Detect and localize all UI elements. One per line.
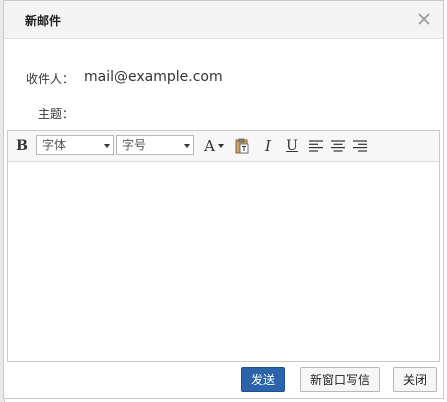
close-button[interactable]: 关闭 xyxy=(393,367,437,392)
new-mail-dialog: 新邮件 收件人： mail@example.com 主题： B 字体 字号 A xyxy=(3,0,444,399)
italic-icon[interactable]: I xyxy=(258,136,278,156)
font-size-select[interactable]: 字号 xyxy=(116,135,194,155)
font-family-value: 字体 xyxy=(42,138,67,152)
editor-toolbar: B 字体 字号 A I U xyxy=(8,131,439,162)
align-right-icon[interactable] xyxy=(350,136,370,156)
font-family-select[interactable]: 字体 xyxy=(36,135,114,155)
dialog-title: 新邮件 xyxy=(25,14,62,28)
align-left-icon[interactable] xyxy=(306,136,326,156)
underline-icon[interactable]: U xyxy=(282,136,302,156)
editor-body[interactable] xyxy=(8,162,439,361)
font-size-value: 字号 xyxy=(122,138,147,152)
chevron-down-icon xyxy=(217,144,224,148)
recipient-field[interactable]: mail@example.com xyxy=(84,69,223,85)
font-color-icon[interactable]: A xyxy=(200,136,228,156)
bold-icon[interactable]: B xyxy=(12,136,32,156)
chevron-down-icon xyxy=(184,144,190,148)
subject-label: 主题： xyxy=(38,107,75,121)
font-color-glyph: A xyxy=(204,137,215,155)
new-window-compose-button[interactable]: 新窗口写信 xyxy=(300,367,380,392)
recipient-label: 收件人： xyxy=(26,72,75,86)
close-icon[interactable] xyxy=(415,10,433,28)
subject-input[interactable] xyxy=(84,101,434,123)
send-button[interactable]: 发送 xyxy=(241,367,285,392)
chevron-down-icon xyxy=(104,144,110,148)
paste-text-icon[interactable] xyxy=(232,136,252,156)
dialog-titlebar: 新邮件 xyxy=(4,1,443,39)
align-center-icon[interactable] xyxy=(328,136,348,156)
rich-text-editor: B 字体 字号 A I U xyxy=(7,130,440,362)
